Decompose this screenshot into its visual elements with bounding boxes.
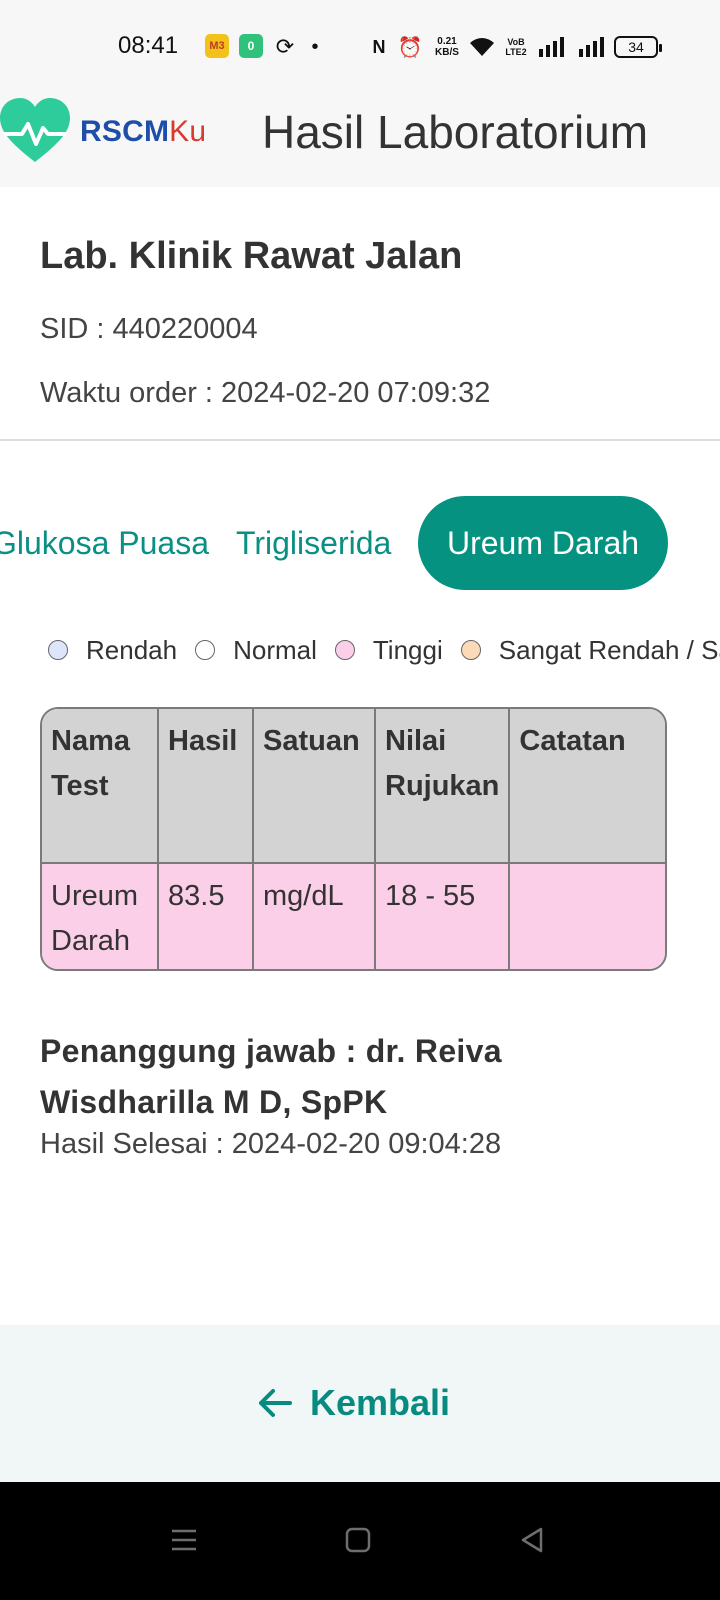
app-header: RSCMKu Hasil Laboratorium xyxy=(0,95,720,187)
tab-label: Glukosa Puasa xyxy=(0,524,210,561)
wifi-icon xyxy=(468,34,496,60)
column-header: Nilai Rujukan xyxy=(373,709,511,864)
dot-icon: • xyxy=(311,35,319,58)
heart-logo-icon xyxy=(0,98,70,162)
home-icon[interactable] xyxy=(334,1516,382,1564)
result-legend: Rendah Normal Tinggi Sangat Rendah / San… xyxy=(48,630,720,670)
signal-icon xyxy=(576,34,606,60)
bottom-action-bar: Kembali xyxy=(0,1325,720,1482)
menu-icon[interactable] xyxy=(160,1516,208,1564)
cell-satuan: mg/dL xyxy=(252,862,376,969)
legend-item-tinggi: Tinggi xyxy=(334,634,443,666)
cell-catatan xyxy=(508,862,665,969)
brand-name-part1: RSCM xyxy=(80,115,170,148)
legend-dot xyxy=(195,640,216,660)
legend-label: Normal xyxy=(233,634,317,665)
legend-item-rendah: Rendah xyxy=(48,635,177,666)
column-header: Hasil xyxy=(157,709,254,864)
tab-trigliserida[interactable]: Trigliserida xyxy=(236,496,391,590)
sync-icon: ⟳ xyxy=(275,34,295,59)
volte-bottom: LTE2 xyxy=(505,47,527,57)
tab-label: Ureum Darah xyxy=(446,524,640,561)
sid-text: SID : 440220004 xyxy=(40,313,258,345)
alarm-icon: ⏰ xyxy=(397,36,423,59)
lab-info-section: Lab. Klinik Rawat Jalan SID : 440220004 … xyxy=(0,187,720,441)
column-header: Satuan xyxy=(252,709,376,864)
back-button-label: Kembali xyxy=(310,1382,451,1423)
network-speed: 0.21 KB/S xyxy=(430,34,464,60)
legend-label: Tinggi xyxy=(372,634,443,665)
cell-nama-test: Ureum Darah xyxy=(42,862,159,969)
table-header-row: Nama Test Hasil Satuan Nilai Rujukan Cat… xyxy=(42,709,665,864)
back-icon[interactable] xyxy=(508,1516,556,1564)
brand-name-part2: Ku xyxy=(169,115,207,148)
network-speed-value: 0.21 xyxy=(437,36,457,47)
network-speed-unit: KB/S xyxy=(435,47,459,58)
penanggung-jawab: Penanggung jawab : dr. Reiva Wisdharilla… xyxy=(40,1033,502,1120)
arrow-left-icon xyxy=(259,1389,292,1417)
status-time: 08:41 xyxy=(118,32,179,59)
page-title: Hasil Laboratorium xyxy=(262,106,649,158)
battery-level: 34 xyxy=(628,39,644,55)
volte-top: VoB xyxy=(507,37,525,47)
battery-icon: 34 xyxy=(614,36,662,58)
table-row: Ureum Darah 83.5 mg/dL 18 - 55 xyxy=(42,862,665,969)
legend-label: Rendah xyxy=(86,634,178,665)
legend-item-sangat: Sangat Rendah / Sangat Tinggi xyxy=(460,634,720,666)
tab-ureum-darah[interactable]: Ureum Darah xyxy=(418,496,668,590)
cell-hasil: 83.5 xyxy=(157,862,254,969)
legend-dot xyxy=(48,640,68,660)
legend-item-normal: Normal xyxy=(195,635,317,666)
results-table: Nama Test Hasil Satuan Nilai Rujukan Cat… xyxy=(40,707,667,971)
battery-app-icon: 0 xyxy=(239,34,263,58)
brand-name: RSCMKu xyxy=(80,115,206,149)
legend-label: Sangat Rendah / Sangat Tinggi xyxy=(498,634,720,665)
column-header: Catatan xyxy=(508,709,665,864)
column-header: Nama Test xyxy=(42,709,159,864)
back-button[interactable]: Kembali xyxy=(258,1377,450,1429)
lab-name: Lab. Klinik Rawat Jalan xyxy=(40,235,463,277)
legend-dot xyxy=(460,640,481,660)
cell-nilai-rujukan: 18 - 55 xyxy=(373,862,511,969)
system-nav-bar xyxy=(0,1482,720,1600)
order-time-text: Waktu order : 2024-02-20 07:09:32 xyxy=(40,377,491,409)
volte-indicator: VoB LTE2 xyxy=(504,34,528,60)
test-tabs: Glukosa Puasa Trigliserida Ureum Darah xyxy=(0,496,720,592)
hasil-selesai: Hasil Selesai : 2024-02-20 09:04:28 xyxy=(40,1128,502,1160)
app-notification-icon: M3 xyxy=(205,34,229,58)
tab-label: Trigliserida xyxy=(236,524,392,561)
nfc-icon: N xyxy=(372,36,386,57)
status-bar: 08:41 M3 0 ⟳ • N ⏰ 0.21 KB/S VoB LTE2 34 xyxy=(0,0,720,95)
legend-dot xyxy=(334,640,355,660)
signal-icon xyxy=(536,34,566,60)
tab-glukosa-puasa[interactable]: Glukosa Puasa xyxy=(0,496,209,590)
